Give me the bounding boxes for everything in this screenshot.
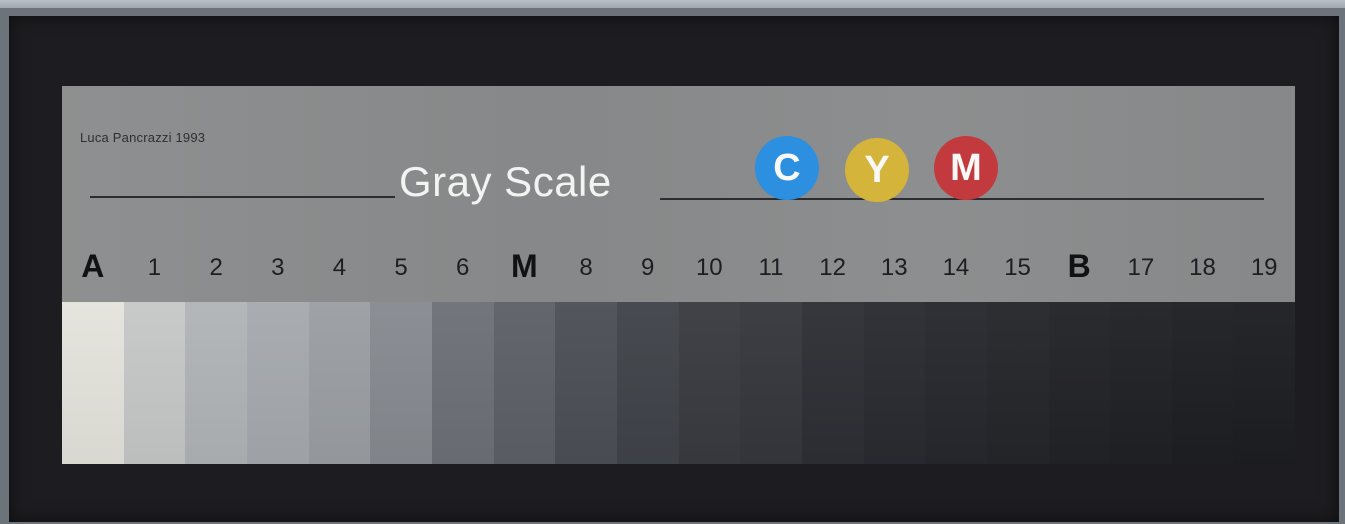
gray-swatch [616, 302, 679, 464]
yellow-badge: Y [845, 138, 909, 202]
gray-swatch [370, 302, 432, 464]
gray-swatch [740, 302, 802, 464]
gray-swatch [185, 302, 247, 464]
scale-label: 5 [394, 254, 408, 281]
gray-swatch [308, 302, 371, 464]
gray-swatch [678, 302, 741, 464]
artist-signature: Luca Pancrazzi 1993 [80, 130, 206, 145]
scale-label: 10 [695, 254, 723, 281]
scale-label: 4 [332, 254, 347, 281]
gray-swatch [801, 302, 864, 464]
scale-label: B [1067, 248, 1091, 284]
scale-label: 8 [579, 254, 593, 281]
scale-label: 17 [1127, 254, 1155, 281]
scale-label: M [511, 248, 538, 284]
scale-label: A [81, 248, 105, 284]
scale-label: 12 [819, 254, 846, 281]
cyan-badge: C [755, 136, 819, 200]
scale-label: 9 [640, 254, 655, 281]
gray-swatch [1233, 302, 1296, 464]
gray-swatch [986, 302, 1049, 464]
gray-swatch [555, 302, 617, 464]
gray-swatch [1048, 302, 1111, 464]
magenta-badge: M [934, 136, 998, 200]
scale-label: 19 [1250, 254, 1278, 281]
gray-swatch [246, 302, 309, 464]
scale-label: 18 [1189, 254, 1216, 281]
scale-label: 15 [1004, 254, 1031, 281]
gray-swatch [123, 302, 186, 464]
scale-label: 1 [147, 254, 162, 281]
scale-label: 6 [456, 254, 470, 281]
scale-label: 3 [271, 254, 285, 281]
gray-swatch [62, 302, 124, 464]
painting-title: Gray Scale [399, 158, 612, 205]
gray-swatches [62, 302, 1296, 464]
scale-label: 11 [758, 254, 784, 281]
label-panel: Luca Pancrazzi 1993 Gray Scale C Y M A12… [62, 86, 1295, 302]
scale-label: 13 [880, 254, 908, 281]
gray-swatch [493, 302, 556, 464]
gray-swatch [925, 302, 987, 464]
gray-swatch [863, 302, 926, 464]
title-rule-left [90, 196, 395, 198]
painting-canvas: Luca Pancrazzi 1993 Gray Scale C Y M A12… [9, 16, 1339, 522]
scale-label: 14 [942, 254, 970, 281]
scale-label: 2 [209, 254, 223, 281]
painting-frame: Luca Pancrazzi 1993 Gray Scale C Y M A12… [0, 8, 1345, 524]
gray-swatch [431, 302, 494, 464]
gray-swatch [1110, 302, 1172, 464]
gray-swatch [1171, 302, 1234, 464]
